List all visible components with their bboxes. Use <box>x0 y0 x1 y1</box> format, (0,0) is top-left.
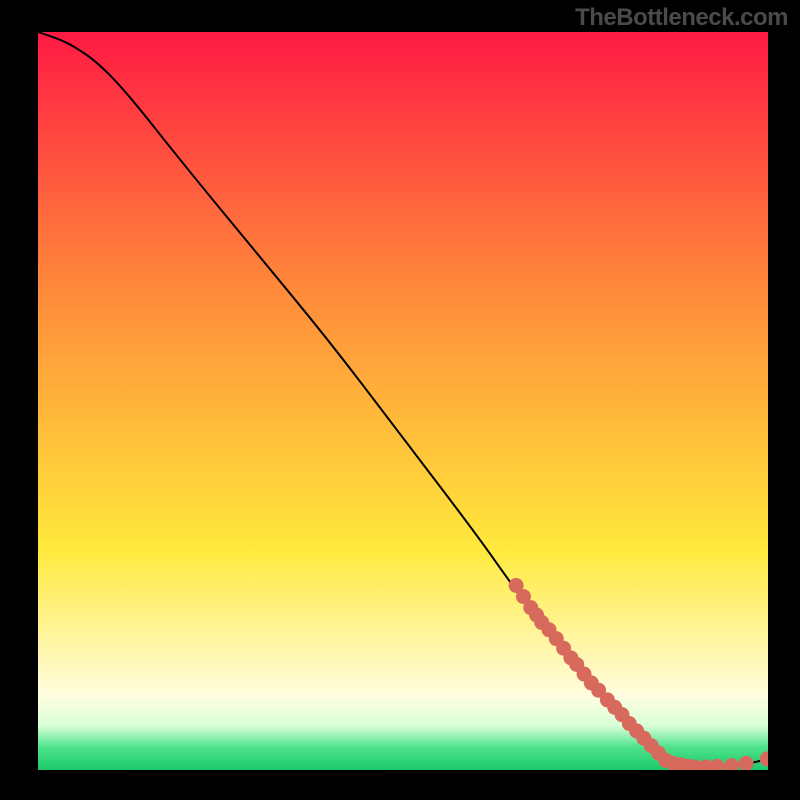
data-marker <box>739 756 754 770</box>
plot-area <box>38 32 768 770</box>
data-marker <box>724 758 739 770</box>
data-markers <box>509 578 768 770</box>
bottleneck-curve <box>38 32 768 767</box>
chart-svg <box>38 32 768 770</box>
data-marker <box>760 751 768 766</box>
watermark-text: TheBottleneck.com <box>575 4 788 32</box>
data-marker <box>709 759 724 770</box>
